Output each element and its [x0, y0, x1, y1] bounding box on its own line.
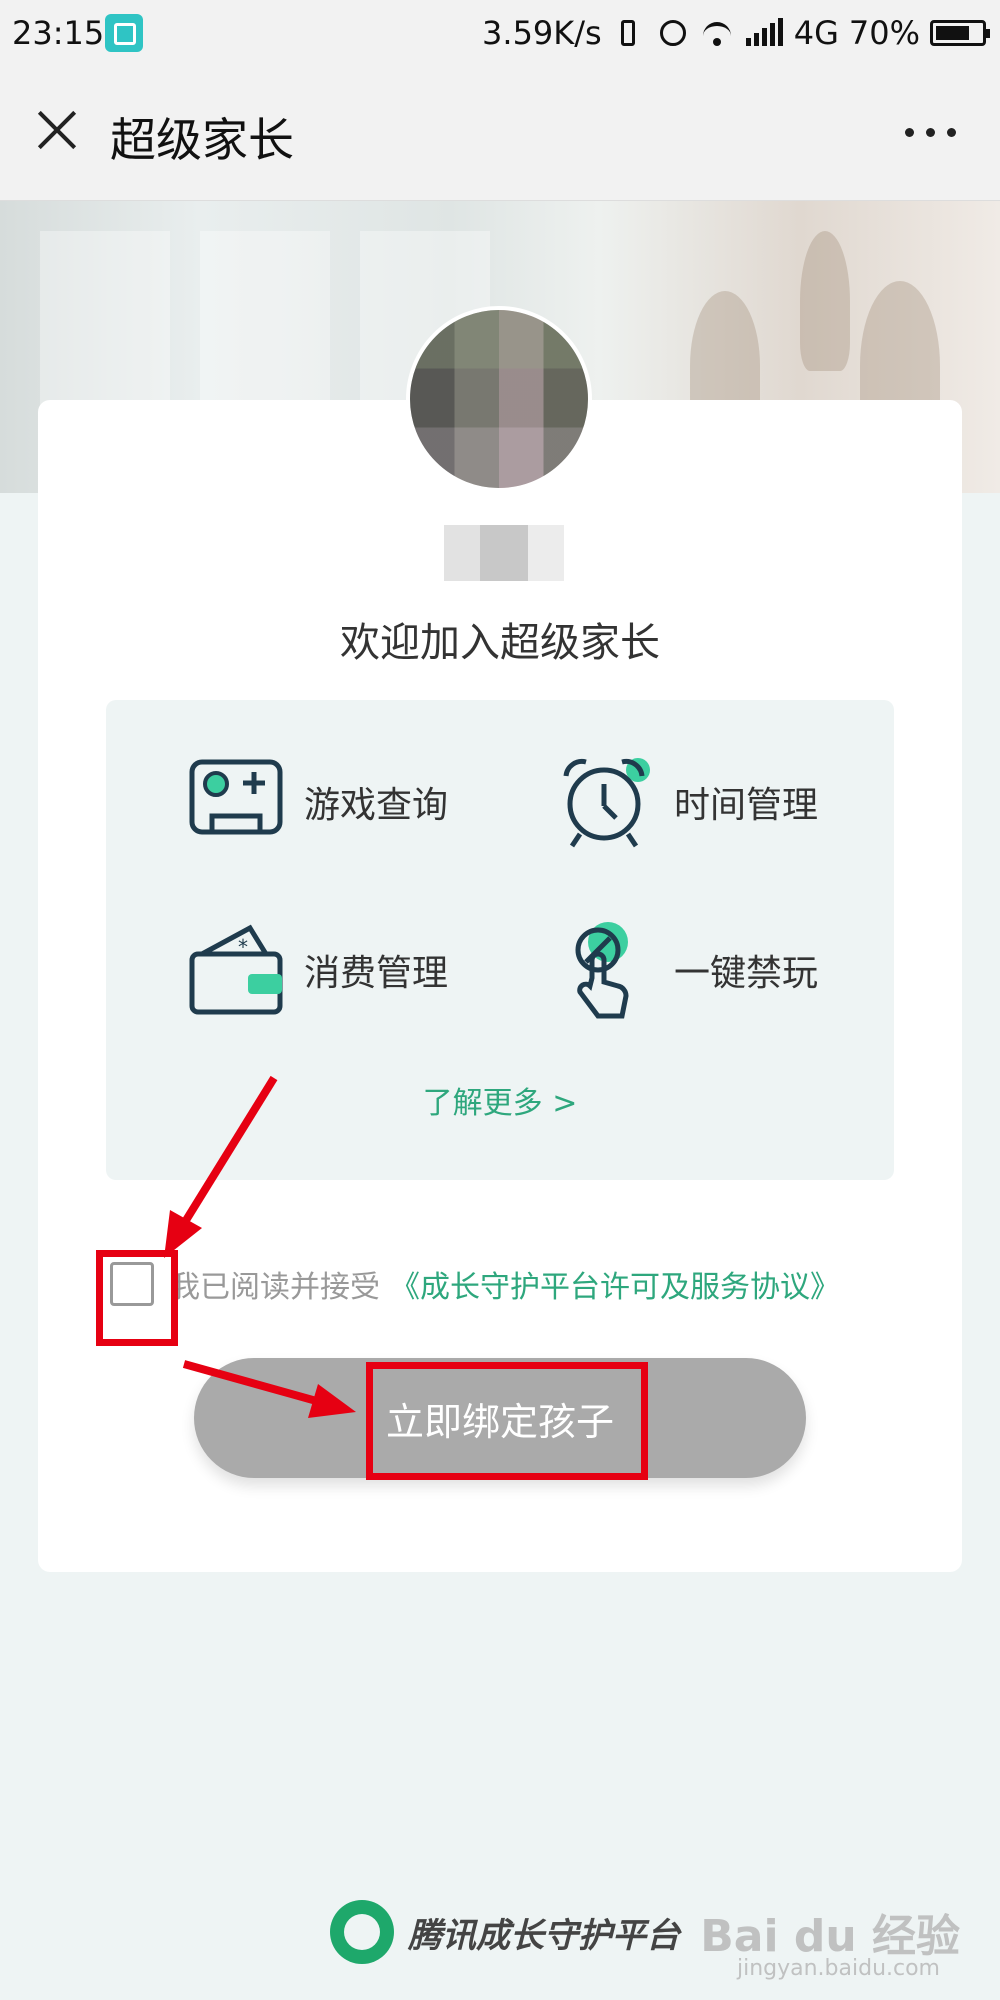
- annotation-arrow-button: [182, 1360, 356, 1418]
- user-nickname-blurred: [444, 525, 564, 581]
- net-speed: 3.59K/s: [482, 14, 602, 52]
- agreement-text: 我已阅读并接受: [170, 1270, 380, 1305]
- tencent-guardian-logo-icon: [330, 1900, 394, 1964]
- alarm-icon: [656, 16, 690, 50]
- more-options-icon[interactable]: [905, 128, 956, 137]
- alarm-clock-icon: [556, 752, 656, 852]
- status-time: 23:15: [12, 14, 105, 52]
- hand-ban-icon: [556, 920, 656, 1020]
- agreement-row: 我已阅读并接受 《成长守护平台许可及服务协议》: [110, 1262, 840, 1306]
- wifi-icon: [700, 16, 734, 50]
- feature-spending-management[interactable]: * 消费管理: [186, 920, 448, 1020]
- feature-one-tap-ban[interactable]: 一键禁玩: [556, 920, 818, 1020]
- feature-label: 一键禁玩: [674, 953, 819, 994]
- watermark: Bai du 经验: [700, 1911, 960, 1962]
- annotation-box-checkbox: [96, 1250, 178, 1346]
- footer-brand-text: 腾讯成长守护平台: [408, 1915, 680, 1956]
- battery-percent: 70%: [848, 14, 920, 52]
- page-title: 超级家长: [110, 113, 294, 167]
- watermark-url: jingyan.baidu.com: [736, 1956, 940, 1981]
- welcome-text: 欢迎加入超级家长: [340, 620, 660, 666]
- avatar: [406, 306, 592, 492]
- status-bar: 23:15 3.59K/s 4G 70%: [0, 0, 1000, 68]
- nav-bar: 超级家长: [0, 68, 1000, 201]
- annotation-box-button: [366, 1362, 648, 1480]
- close-icon[interactable]: [36, 110, 76, 150]
- vibrate-icon: [612, 16, 646, 50]
- battery-icon: [930, 20, 990, 46]
- feature-label: 时间管理: [674, 785, 819, 826]
- footer-brand: 腾讯成长守护平台: [330, 1900, 680, 1964]
- feature-label: 消费管理: [304, 953, 449, 994]
- signal-icon: [744, 16, 784, 50]
- agreement-link[interactable]: 《成长守护平台许可及服务协议》: [390, 1262, 840, 1306]
- feature-game-query[interactable]: 游戏查询: [186, 752, 448, 852]
- feature-label: 游戏查询: [304, 785, 449, 826]
- wallet-icon: *: [186, 920, 286, 1020]
- network-type: 4G: [793, 14, 839, 52]
- gamepad-icon: [186, 752, 286, 852]
- status-indicators: 3.59K/s 4G 70%: [482, 14, 990, 52]
- feature-time-management[interactable]: 时间管理: [556, 752, 818, 852]
- annotation-arrow-checkbox: [164, 1075, 278, 1258]
- screenshot-icon: [105, 14, 143, 52]
